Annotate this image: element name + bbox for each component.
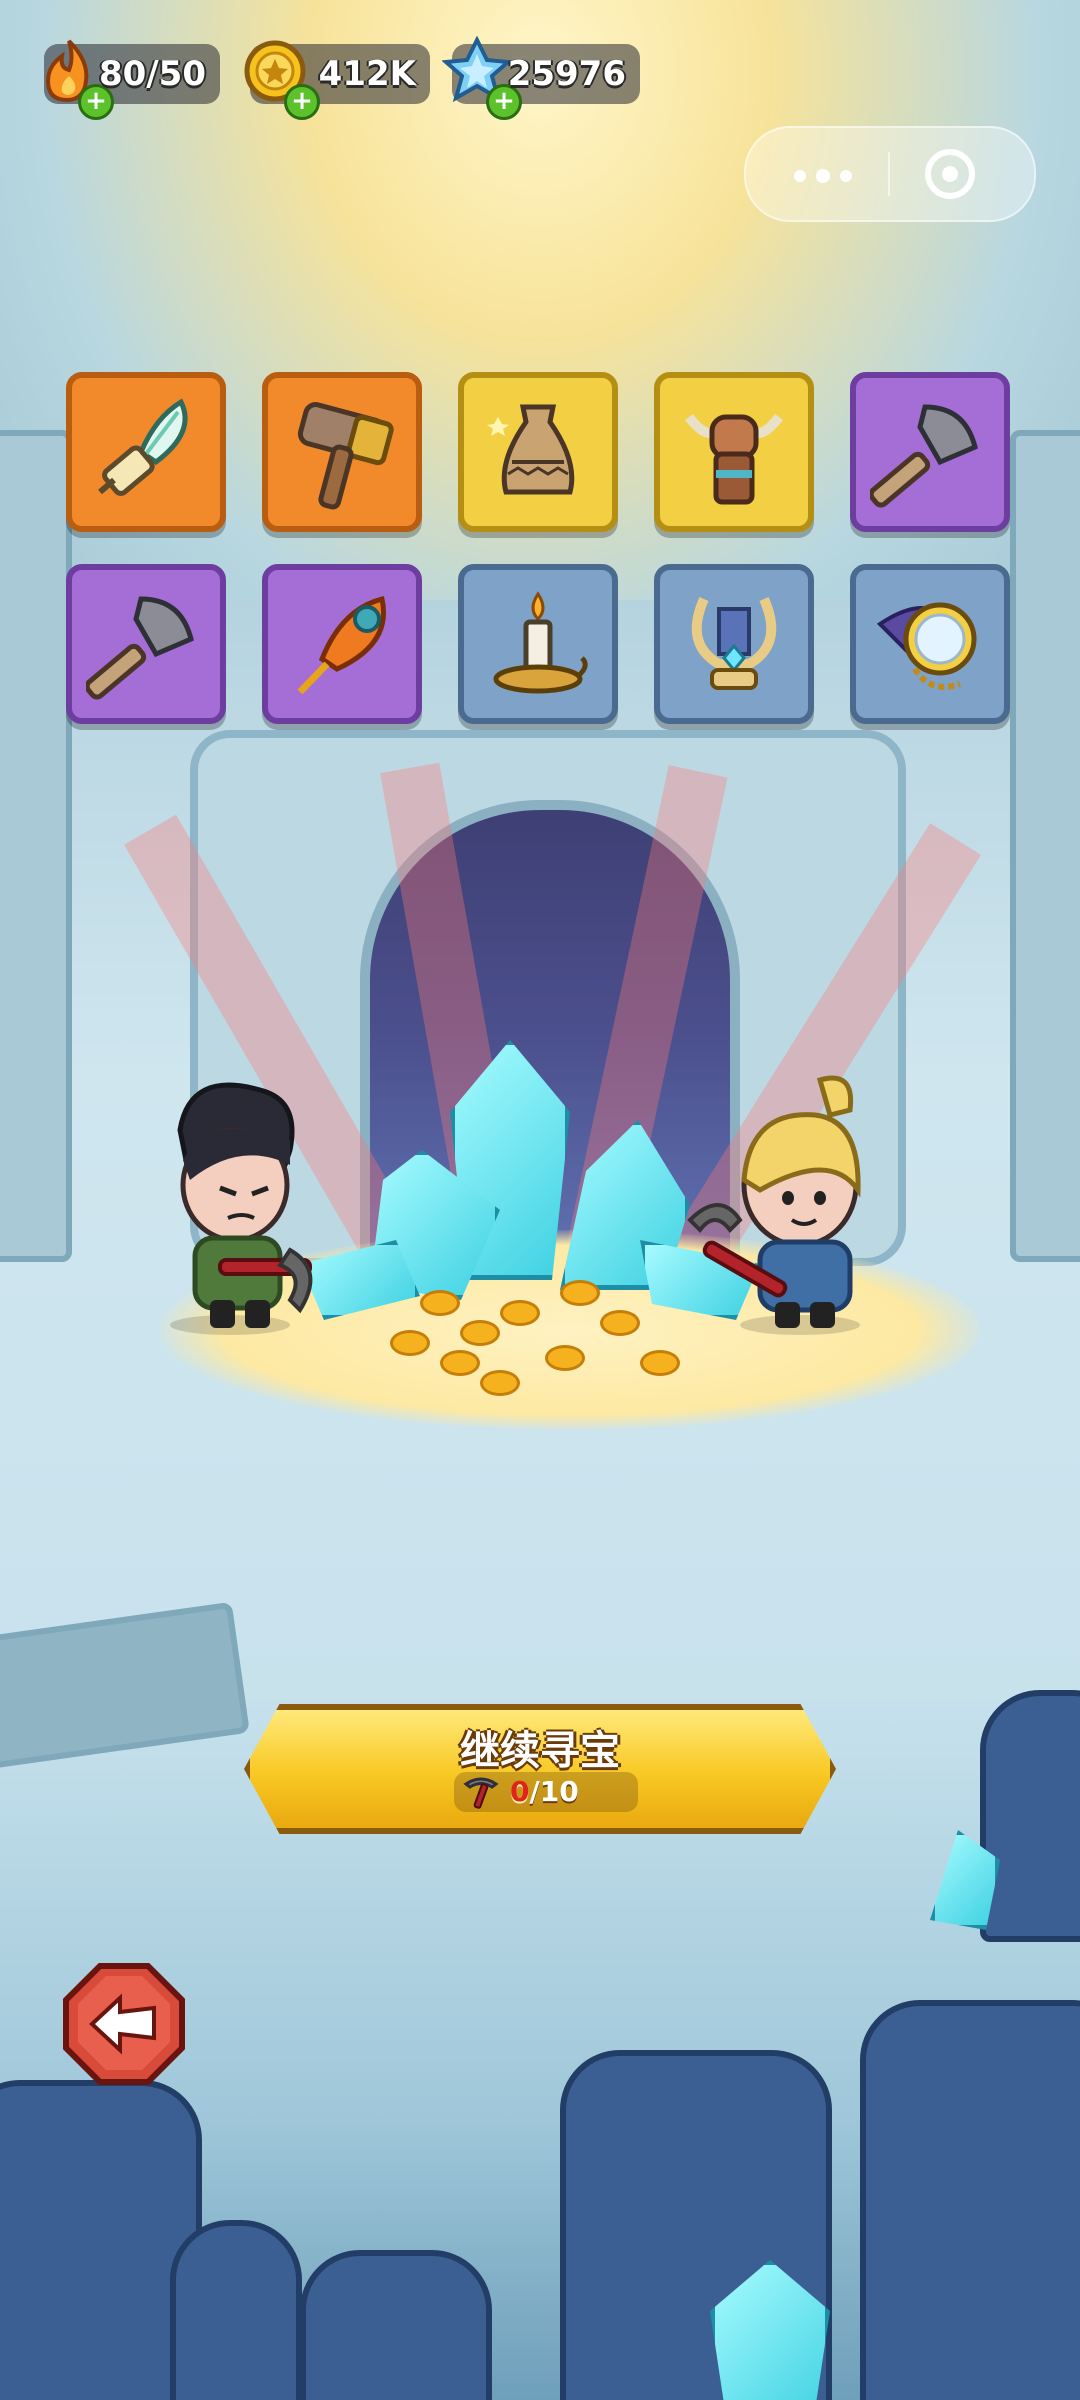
miner-hero-left [170, 1082, 313, 1335]
item-slot-clay-vase[interactable] [458, 372, 618, 532]
miniprogram-capsule [744, 126, 1036, 222]
bull-totem-icon [685, 413, 783, 505]
crystal-value: 25976 [507, 54, 626, 94]
rock [860, 2000, 1080, 2400]
item-slot-golden-lyre[interactable] [654, 564, 814, 724]
stone-hammer-icon [297, 402, 394, 510]
left-pillar [0, 430, 72, 1262]
rock [980, 1690, 1080, 1942]
progress-text: 0/10 [510, 1775, 579, 1808]
item-slot-candle[interactable] [458, 564, 618, 724]
gold-coin [600, 1310, 640, 1336]
golden-lyre-icon [691, 596, 777, 690]
gold-coin [390, 1330, 430, 1356]
feather-quill-icon [98, 398, 188, 496]
gold-counter[interactable]: + 412K [244, 40, 430, 120]
pickaxe-progress: 0/10 [454, 1772, 638, 1812]
energy-value: 80/50 [98, 54, 206, 94]
battle-axe-icon [870, 404, 978, 508]
rock [300, 2250, 492, 2400]
candle-icon [493, 591, 588, 694]
more-dots-icon[interactable] [786, 150, 876, 198]
pickaxe-icon [463, 1777, 499, 1809]
continue-button-label: 继续寻宝 [460, 1728, 620, 1774]
gold-coin [560, 1280, 600, 1306]
back-arrow-icon[interactable] [62, 1962, 186, 2086]
energy-counter[interactable]: + 80/50 [44, 39, 220, 120]
item-slot-stone-hammer[interactable] [262, 372, 422, 532]
item-slot-battle-axe[interactable] [850, 372, 1010, 532]
progress-total: /10 [529, 1775, 579, 1808]
item-slot-bull-totem[interactable] [654, 372, 814, 532]
item-slot-battle-axe[interactable] [66, 564, 226, 724]
gold-coin [480, 1370, 520, 1396]
pocket-mirror-icon [876, 602, 977, 690]
crystal-counter[interactable]: + 25976 [442, 36, 640, 120]
phoenix-feather-icon [297, 595, 386, 695]
gold-coin [640, 1350, 680, 1376]
gold-coin [420, 1290, 460, 1316]
item-slot-feather-quill[interactable] [66, 372, 226, 532]
item-slot-pocket-mirror[interactable] [850, 564, 1010, 724]
gold-coin [460, 1320, 500, 1346]
gold-coin [440, 1350, 480, 1376]
continue-treasure-hunt-button[interactable]: 继续寻宝 0/10 [244, 1704, 836, 1834]
gold-value: 412K [318, 54, 416, 94]
right-pillar [1010, 430, 1080, 1262]
add-gold-button[interactable]: + [284, 84, 320, 120]
progress-current: 0 [510, 1775, 530, 1808]
clay-vase-icon [487, 404, 575, 495]
battle-axe-icon [86, 596, 194, 700]
rock [170, 2220, 302, 2400]
miner-hero-right [687, 1075, 861, 1335]
target-close-icon[interactable] [922, 146, 978, 202]
gold-coin [500, 1300, 540, 1326]
item-slot-phoenix-feather[interactable] [262, 564, 422, 724]
capsule-divider [888, 152, 890, 196]
gold-coin [545, 1345, 585, 1371]
